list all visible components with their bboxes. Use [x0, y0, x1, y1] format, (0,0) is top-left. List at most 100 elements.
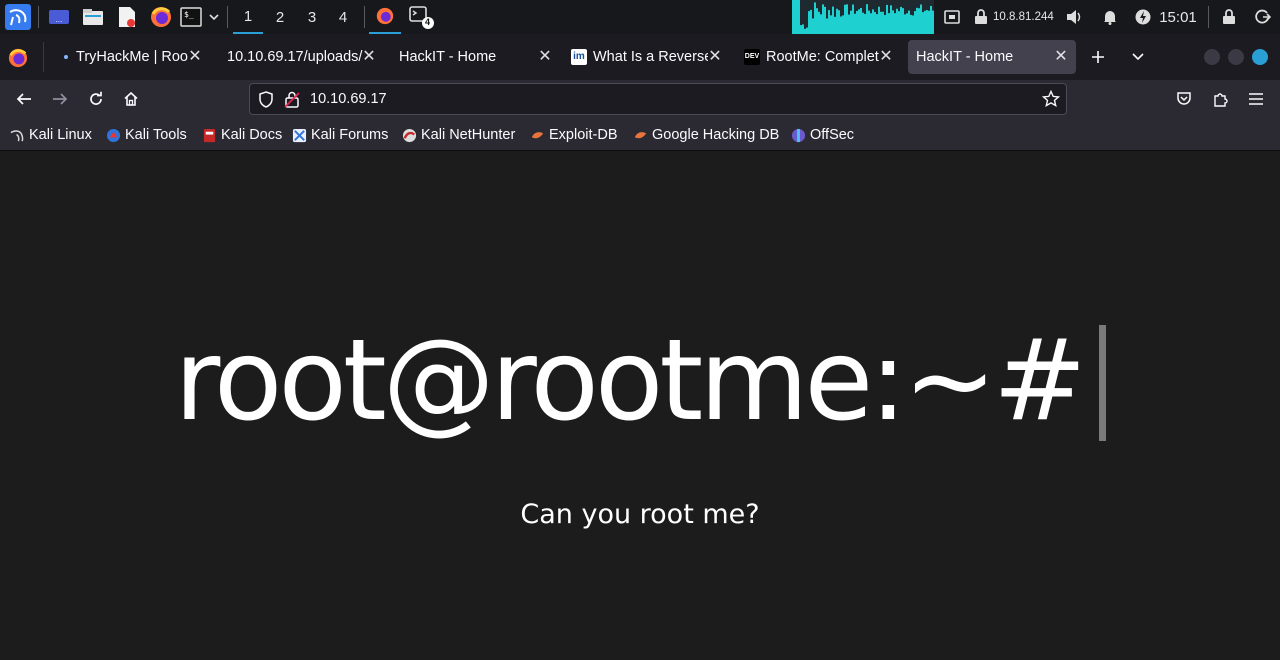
tab-rootme-complete[interactable]: DEV RootMe: Complete ✕	[737, 40, 901, 74]
page-content: root@rootme:~# Can you root me?	[0, 151, 1280, 660]
firefox-launcher-icon[interactable]	[148, 0, 174, 34]
reload-button[interactable]	[82, 85, 110, 113]
network-icon[interactable]	[940, 0, 964, 34]
tab-close-icon[interactable]: ✕	[360, 48, 378, 66]
tab-tryhackme[interactable]: TryHackMe | Room ✕	[56, 40, 210, 74]
bookmarks-toolbar: Kali Linux Kali Tools Kali Docs Kali For…	[0, 118, 1280, 151]
cpu-graph-bar	[874, 12, 876, 34]
cpu-graph-bar	[836, 8, 838, 34]
taskbar-terminal-windows[interactable]: 4	[405, 0, 437, 34]
tab-attention-dot	[64, 55, 68, 59]
workspace-3[interactable]: 3	[297, 0, 327, 34]
bookmark-kali-docs[interactable]: Kali Docs	[202, 126, 282, 144]
url-text[interactable]: 10.10.69.17	[310, 91, 387, 107]
bookmark-star-icon[interactable]	[1041, 89, 1061, 112]
cpu-graph-bar	[824, 6, 826, 34]
tab-close-icon[interactable]: ✕	[1052, 48, 1070, 66]
imperva-favicon-icon: im	[571, 49, 587, 65]
bookmark-kali-nethunter[interactable]: Kali NetHunter	[402, 126, 515, 144]
cpu-graph-bar	[838, 10, 840, 34]
tab-label: TryHackMe | Room	[76, 49, 188, 65]
tab-strip: TryHackMe | Room ✕ 10.10.69.17/uploads/s…	[0, 34, 1280, 80]
kali-logo-icon	[5, 4, 31, 30]
window-minimize-button[interactable]	[1204, 49, 1220, 65]
tab-label: What Is a Reverse She	[593, 49, 708, 65]
top-panel: ... $_ 1 2 3 4 4 10.8.81.244 15:01	[0, 0, 1280, 34]
terminal-launcher-icon[interactable]: $_	[179, 0, 203, 34]
cpu-graph-bar	[882, 11, 884, 34]
tab-hackit-home[interactable]: HackIT - Home ✕	[392, 40, 560, 74]
offsec-icon	[791, 128, 806, 142]
cpu-graph-bar	[832, 6, 834, 34]
text-editor-icon[interactable]	[114, 0, 140, 34]
cpu-graph-bar	[912, 15, 914, 34]
arrow-left-icon	[16, 93, 31, 105]
new-tab-button[interactable]	[1087, 46, 1109, 68]
bookmark-kali-tools[interactable]: Kali Tools	[106, 126, 187, 144]
tab-hackit-home-active[interactable]: HackIT - Home ✕	[908, 40, 1076, 74]
panel-clock[interactable]: 15:01	[1159, 9, 1197, 26]
tab-reverse-shell[interactable]: im What Is a Reverse She ✕	[564, 40, 730, 74]
tab-close-icon[interactable]: ✕	[706, 48, 724, 66]
tab-close-icon[interactable]: ✕	[536, 48, 554, 66]
bookmark-label: Exploit-DB	[549, 127, 618, 143]
tab-label: 10.10.69.17/uploads/s	[227, 49, 363, 65]
bookmark-offsec[interactable]: OffSec	[791, 126, 854, 144]
logout-icon[interactable]	[1252, 0, 1274, 34]
lock-screen-icon[interactable]	[1218, 0, 1240, 34]
navigation-toolbar: 10.10.69.17	[0, 80, 1280, 118]
firefox-icon	[376, 7, 394, 25]
workspace-overview-icon[interactable]: ...	[46, 0, 72, 34]
window-maximize-button[interactable]	[1228, 49, 1244, 65]
insecure-connection-icon[interactable]	[284, 91, 300, 112]
cpu-graph-bar	[872, 9, 874, 34]
kali-dragon-icon	[10, 129, 24, 141]
notifications-bell-icon[interactable]	[1099, 0, 1121, 34]
application-menu-button[interactable]	[1242, 85, 1270, 113]
tab-uploads[interactable]: 10.10.69.17/uploads/s ✕	[220, 40, 384, 74]
svg-text:$_: $_	[184, 10, 194, 19]
cpu-graph-bar	[900, 6, 902, 34]
puzzle-piece-icon	[1214, 93, 1228, 107]
exploit-db-icon	[531, 131, 544, 138]
bookmark-kali-forums[interactable]: Kali Forums	[292, 126, 388, 144]
cpu-graph-bar	[834, 16, 836, 34]
cpu-graph-bar	[920, 4, 922, 34]
blinking-cursor	[1098, 325, 1106, 441]
taskbar-firefox-window[interactable]	[369, 0, 401, 34]
tracking-protection-shield-icon[interactable]	[258, 91, 274, 112]
cpu-graph-bar	[854, 13, 856, 34]
save-to-pocket-button[interactable]	[1170, 85, 1198, 113]
workspace-2[interactable]: 2	[265, 0, 295, 34]
hamburger-menu-icon	[1249, 93, 1263, 105]
tab-close-icon[interactable]: ✕	[186, 48, 204, 66]
file-manager-icon[interactable]	[80, 0, 106, 34]
cpu-graph-bar	[922, 12, 924, 34]
address-bar[interactable]: 10.10.69.17	[249, 83, 1067, 115]
extensions-button[interactable]	[1206, 85, 1234, 113]
cpu-graph-bar	[846, 4, 848, 34]
firefox-view-button[interactable]	[8, 48, 28, 72]
kali-nethunter-icon	[402, 128, 417, 142]
window-close-button[interactable]	[1252, 49, 1268, 65]
cpu-graph-bar	[850, 10, 852, 34]
back-button[interactable]	[10, 85, 38, 113]
vpn-ip-address: 10.8.81.244	[993, 11, 1054, 23]
launcher-dropdown-icon[interactable]	[206, 0, 222, 34]
cpu-graph-bar	[878, 6, 880, 34]
bookmark-google-hacking-db[interactable]: Google Hacking DB	[633, 126, 779, 144]
kali-menu-button[interactable]	[4, 0, 32, 34]
pocket-icon	[1177, 92, 1191, 105]
home-button[interactable]	[117, 85, 145, 113]
workspace-1[interactable]: 1	[233, 0, 263, 34]
list-all-tabs-button[interactable]	[1127, 46, 1149, 68]
volume-icon[interactable]	[1064, 0, 1086, 34]
tab-close-icon[interactable]: ✕	[877, 48, 895, 66]
power-manager-icon[interactable]	[1132, 0, 1154, 34]
cpu-graph-bar	[868, 10, 870, 34]
cpu-graph-bar	[822, 4, 824, 34]
bookmark-exploit-db[interactable]: Exploit-DB	[530, 126, 618, 144]
bookmark-kali-linux[interactable]: Kali Linux	[10, 126, 92, 144]
forward-button[interactable]	[46, 85, 74, 113]
workspace-4[interactable]: 4	[328, 0, 358, 34]
